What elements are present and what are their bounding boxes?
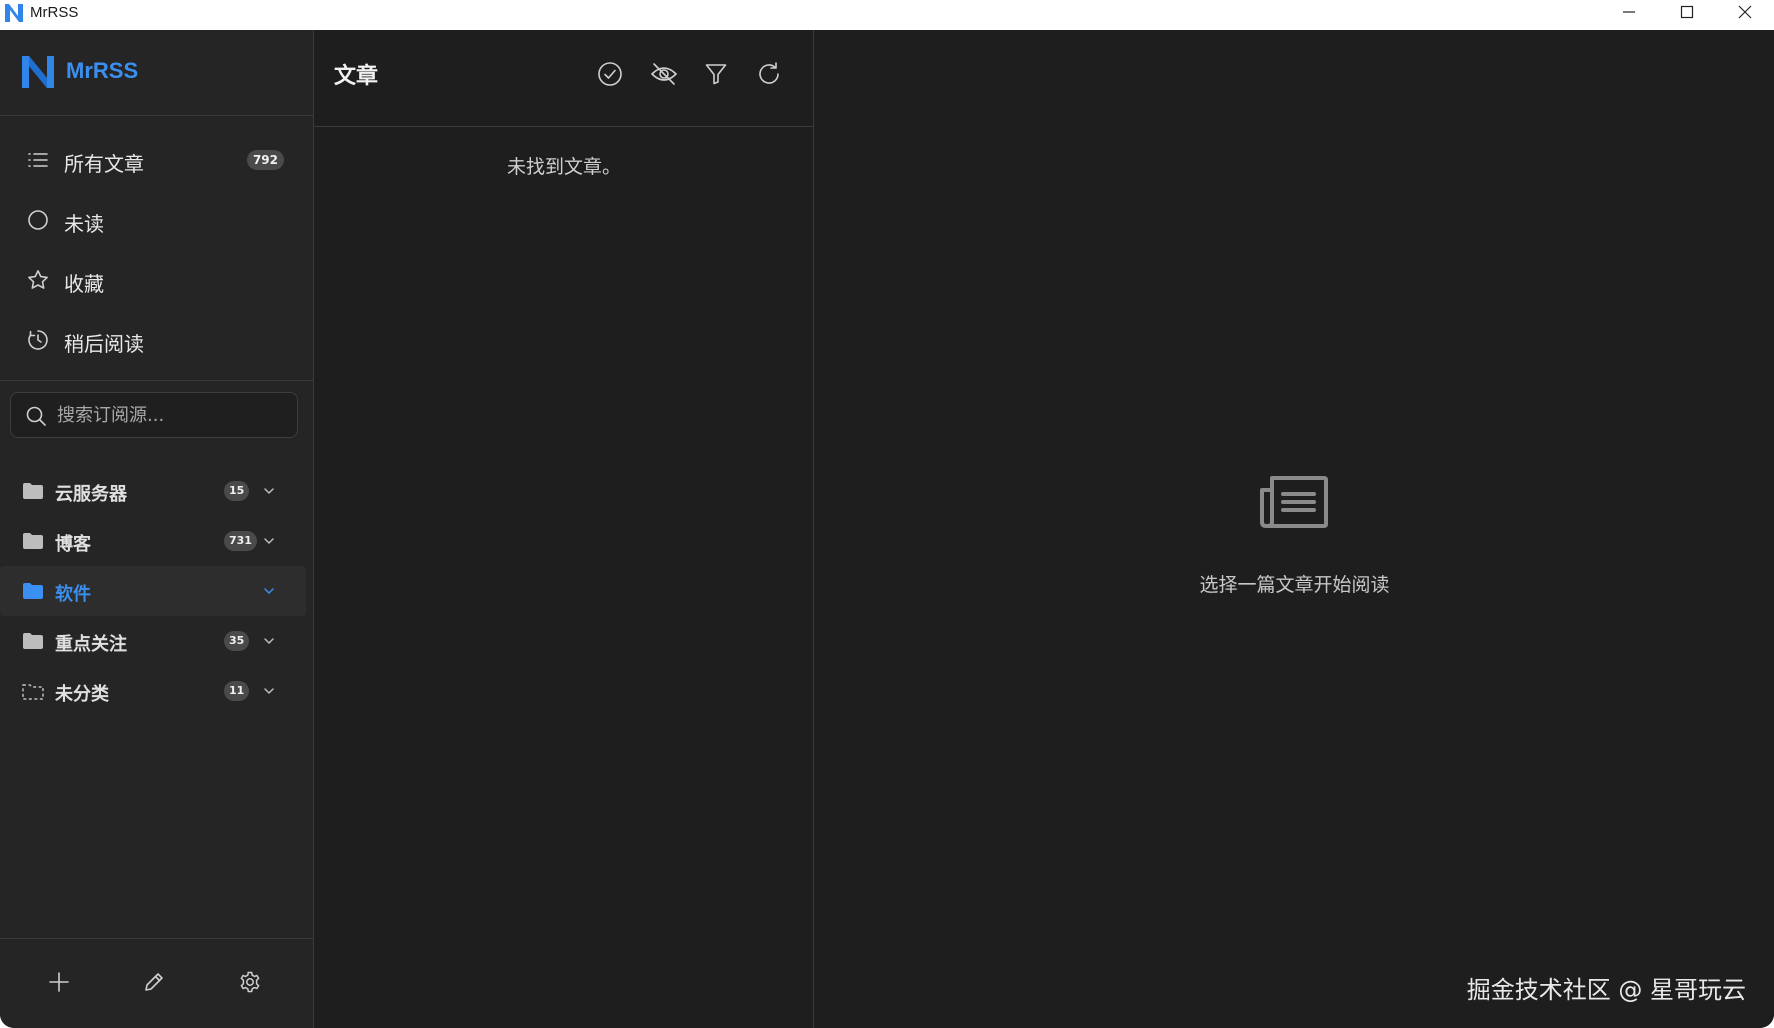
- folder-label: 博客: [55, 534, 91, 555]
- minimize-icon: [1623, 11, 1635, 13]
- folder-label: 重点关注: [55, 634, 127, 655]
- folder-icon: [23, 483, 43, 499]
- chevron-down-icon[interactable]: [262, 684, 276, 698]
- mark-all-read-icon: [598, 62, 622, 86]
- folder-label: 云服务器: [55, 484, 127, 505]
- nav-favorites[interactable]: 收藏: [0, 250, 314, 310]
- folder-icon: [23, 533, 43, 549]
- reader-empty-message: 选择一篇文章开始阅读: [1199, 574, 1390, 596]
- brand-header: MrRSS: [0, 30, 314, 116]
- feed-search: [10, 392, 298, 438]
- sidebar-divider: [0, 380, 314, 381]
- watermark: 掘金技术社区 @ 星哥玩云: [1466, 976, 1746, 1004]
- folder-icon: [23, 583, 43, 599]
- star-icon: [28, 270, 48, 289]
- folder-item-software[interactable]: 软件: [0, 566, 306, 616]
- main-nav: 所有文章 792 未读 收藏 稍后阅读: [0, 130, 314, 370]
- circle-icon: [28, 210, 48, 230]
- filter-button[interactable]: [700, 58, 732, 90]
- folder-item-cloud-servers[interactable]: 云服务器 15: [0, 466, 314, 516]
- app-window: MrRSS 所有文章 792 未读 收藏 稍后阅读 搜索订阅源... 云服务器 …: [0, 30, 1774, 1028]
- add-feed-button[interactable]: [41, 964, 77, 1000]
- edit-icon: [145, 973, 163, 991]
- nav-favorites-label: 收藏: [64, 272, 104, 296]
- edit-button[interactable]: [136, 964, 172, 1000]
- nav-unread-label: 未读: [64, 212, 104, 236]
- chevron-down-icon[interactable]: [262, 534, 276, 548]
- newspaper-icon: [1260, 476, 1328, 528]
- search-icon: [26, 406, 46, 426]
- folder-label: 未分类: [55, 684, 109, 705]
- nav-all-articles-label: 所有文章: [64, 152, 144, 176]
- clock-icon: [28, 330, 48, 350]
- sidebar: MrRSS 所有文章 792 未读 收藏 稍后阅读 搜索订阅源... 云服务器 …: [0, 30, 314, 1028]
- article-list-pane: 文章 未找到文章。: [314, 30, 814, 1028]
- article-list-empty-message: 未找到文章。: [506, 156, 621, 178]
- maximize-icon: [1680, 5, 1694, 19]
- window-title: MrRSS: [30, 4, 79, 21]
- hide-read-button[interactable]: [648, 58, 680, 90]
- folder-count: 731: [224, 531, 257, 551]
- chevron-down-icon[interactable]: [262, 484, 276, 498]
- close-button[interactable]: [1716, 0, 1774, 24]
- folder-item-uncategorized[interactable]: 未分类 11: [0, 666, 314, 716]
- brand-logo-icon: [22, 56, 54, 88]
- nav-unread[interactable]: 未读: [0, 190, 314, 250]
- chevron-down-icon[interactable]: [262, 584, 276, 598]
- list-icon: [28, 153, 48, 167]
- nav-read-later[interactable]: 稍后阅读: [0, 310, 314, 370]
- add-icon: [49, 972, 69, 992]
- window-titlebar: MrRSS: [0, 0, 1774, 30]
- feed-search-input[interactable]: [57, 393, 287, 437]
- close-icon: [1738, 5, 1752, 19]
- settings-icon: [240, 971, 260, 993]
- article-list-title: 文章: [334, 64, 379, 89]
- settings-button[interactable]: [232, 964, 268, 1000]
- refresh-icon: [759, 62, 779, 84]
- filter-icon: [705, 64, 727, 85]
- refresh-button[interactable]: [753, 58, 785, 90]
- sidebar-footer-divider: [0, 938, 314, 939]
- minimize-button[interactable]: [1600, 0, 1658, 24]
- nav-all-articles-count: 792: [246, 150, 284, 170]
- maximize-button[interactable]: [1658, 0, 1716, 24]
- chevron-down-icon[interactable]: [262, 634, 276, 648]
- brand-name: MrRSS: [66, 58, 139, 83]
- mark-all-read-button[interactable]: [594, 58, 626, 90]
- folder-list: 云服务器 15 博客 731 软件 重点关注 35 未分类 11: [0, 466, 314, 716]
- article-list-header: 文章: [314, 30, 814, 127]
- app-logo-icon: [5, 4, 23, 22]
- nav-read-later-label: 稍后阅读: [64, 332, 144, 356]
- nav-all-articles[interactable]: 所有文章 792: [0, 130, 314, 190]
- folder-count: 35: [224, 631, 250, 651]
- folder-item-key-focus[interactable]: 重点关注 35: [0, 616, 314, 666]
- reader-pane: 选择一篇文章开始阅读: [815, 30, 1774, 1028]
- dashed-folder-icon: [22, 684, 44, 700]
- folder-item-blog[interactable]: 博客 731: [0, 516, 314, 566]
- folder-label: 软件: [55, 584, 91, 605]
- folder-count: 15: [224, 481, 250, 501]
- hide-read-icon: [650, 63, 678, 85]
- folder-icon: [23, 633, 43, 649]
- folder-count: 11: [224, 681, 250, 701]
